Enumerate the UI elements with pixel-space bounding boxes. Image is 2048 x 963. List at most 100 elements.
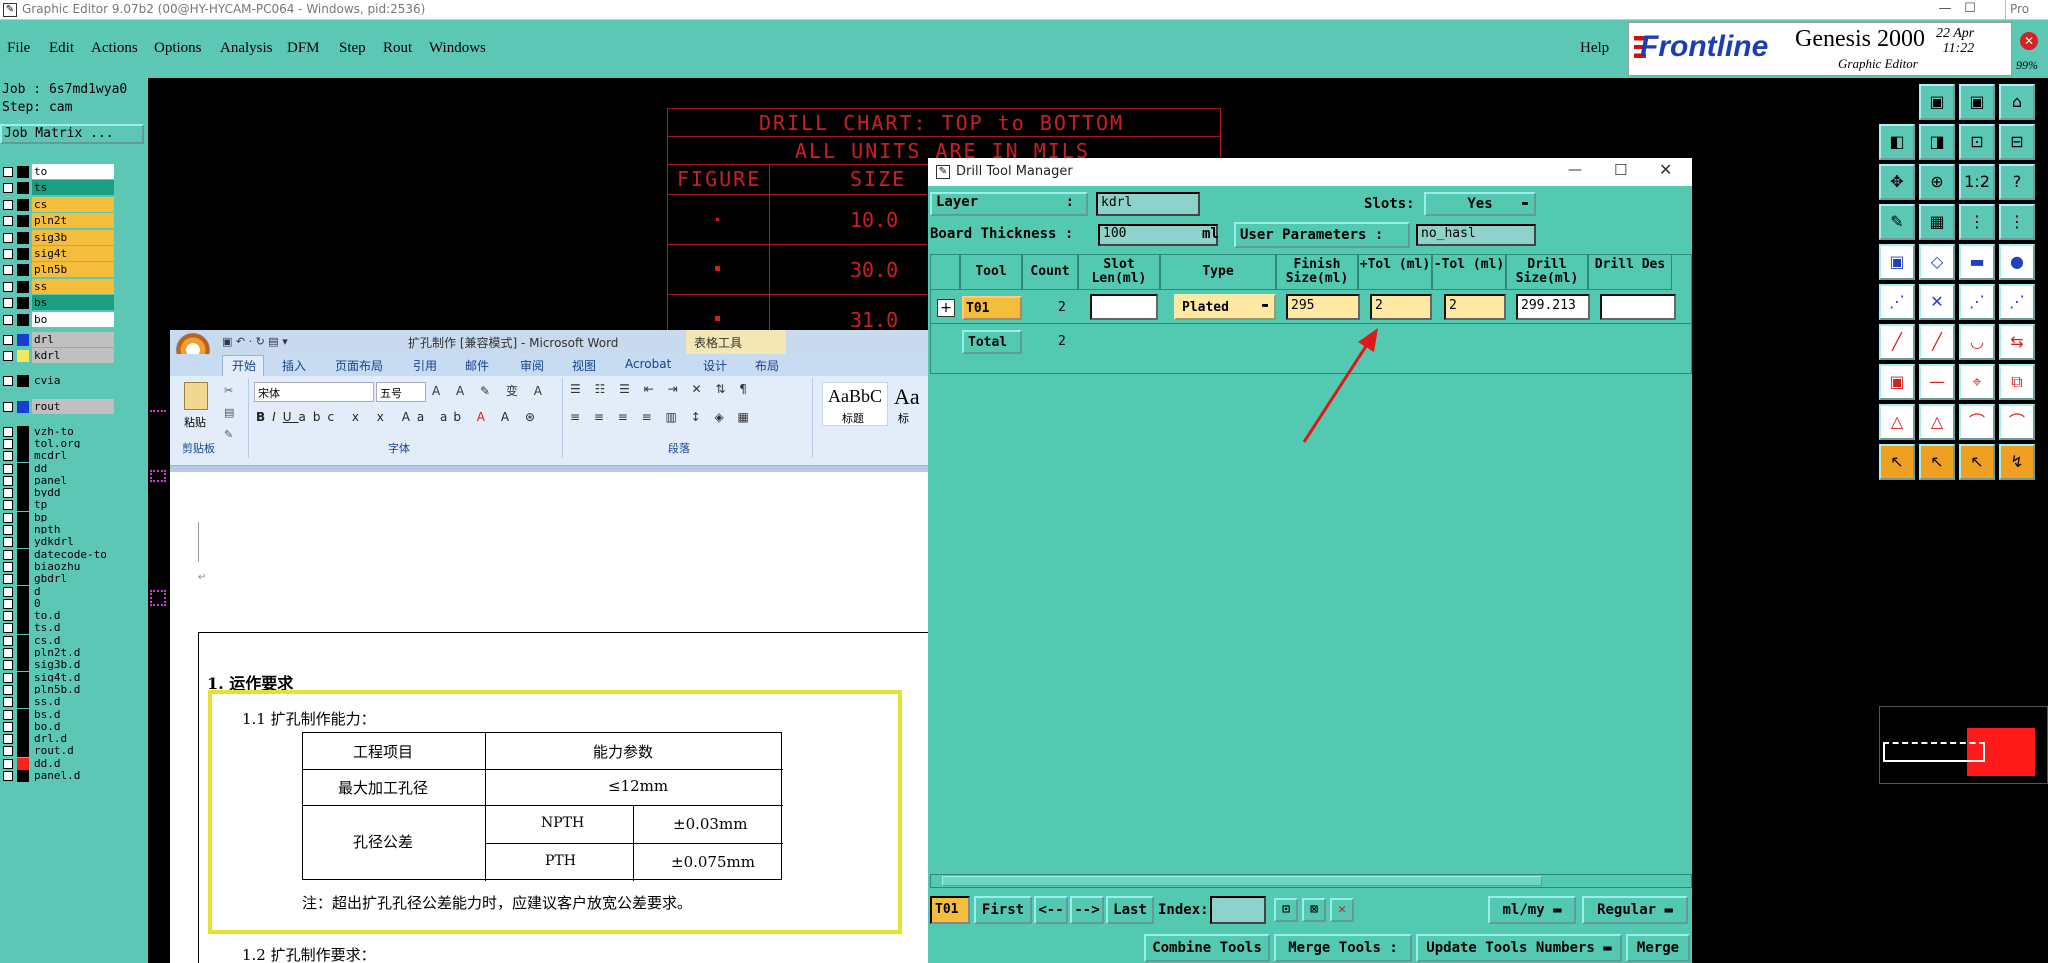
header-slot-len[interactable]: Slot Len(ml) xyxy=(1078,254,1160,290)
layer-checkbox[interactable] xyxy=(3,375,13,386)
node-icon[interactable]: ⋰ xyxy=(1959,284,1995,320)
menu-help[interactable]: Help xyxy=(1580,40,1609,57)
first-button[interactable]: First xyxy=(974,896,1032,924)
grid-icon[interactable]: ▦ xyxy=(1919,204,1955,240)
header-minus-tol[interactable]: -Tol (ml) xyxy=(1432,254,1506,290)
layer-row-sig4t[interactable]: sig4t xyxy=(0,246,116,262)
layer-color-swatch[interactable] xyxy=(17,248,29,260)
layer-checkbox[interactable] xyxy=(3,314,13,325)
layer-name[interactable]: ss xyxy=(32,278,114,294)
layer-field[interactable]: kdrl xyxy=(1096,192,1200,216)
connect-icon[interactable]: ⋰ xyxy=(1879,284,1915,320)
slash-icon[interactable]: ╱ xyxy=(1879,324,1915,360)
align-buttons[interactable]: ≡ ≡ ≡ ≡ ▥ ↕ ◈ ▦ xyxy=(570,410,754,424)
color-buttons[interactable]: ab A A ⊛ xyxy=(440,410,541,424)
layer-color-swatch[interactable] xyxy=(17,166,29,178)
slash2-icon[interactable]: ╱ xyxy=(1919,324,1955,360)
scrollbar-thumb[interactable] xyxy=(942,876,1542,886)
paste-label[interactable]: 粘贴 xyxy=(184,414,206,430)
layer-checkbox[interactable] xyxy=(3,167,13,177)
snap-icon[interactable]: ⋮ xyxy=(1959,204,1995,240)
layer-row-panel-d[interactable]: panel.d xyxy=(0,768,116,784)
menu-step[interactable]: Step xyxy=(339,40,366,57)
layer-name[interactable]: panel.d xyxy=(32,768,114,783)
zoom-fit-icon[interactable]: ⊡ xyxy=(1959,124,1995,160)
layer-checkbox[interactable] xyxy=(3,351,13,362)
pad-icon[interactable]: ▣ xyxy=(1879,244,1915,280)
pointer2-icon[interactable]: ↖ xyxy=(1919,444,1955,480)
scale-icon[interactable]: 1:2 xyxy=(1959,164,1995,200)
menu-analysis[interactable]: Analysis xyxy=(220,40,273,57)
maximize-icon[interactable]: ☐ xyxy=(1614,161,1627,179)
group-icon[interactable]: ⧉ xyxy=(1999,364,2035,400)
list-buttons[interactable]: ☰ ☷ ☰ ⇤ ⇥ ✕ ⇅ ¶ xyxy=(570,382,752,396)
plus-tol-input[interactable]: 2 xyxy=(1370,294,1432,320)
undo-icon[interactable]: ◧ xyxy=(1879,124,1915,160)
layer-name[interactable]: to xyxy=(32,164,114,179)
layer-color-swatch[interactable] xyxy=(17,401,29,414)
clear-icon[interactable]: ✕ xyxy=(1330,898,1354,922)
layer-name[interactable]: bs xyxy=(32,295,114,311)
header-tool[interactable]: Tool xyxy=(960,254,1022,290)
tab-insert[interactable]: 插入 xyxy=(282,357,306,374)
layer-row-pln2t[interactable]: pln2t xyxy=(0,213,116,229)
dot-icon[interactable]: ● xyxy=(1999,244,2035,280)
layer-name[interactable]: ts xyxy=(32,180,114,196)
close-icon[interactable]: ✕ xyxy=(1659,160,1672,179)
menu-edit[interactable]: Edit xyxy=(49,40,74,57)
merge-tools-button[interactable]: Merge Tools : xyxy=(1274,934,1412,962)
maximize-icon[interactable]: ☐ xyxy=(1950,0,1990,20)
measure-icon[interactable]: ⋮ xyxy=(1999,204,2035,240)
tab-view[interactable]: 视图 xyxy=(572,357,596,374)
layer-name[interactable]: cvia xyxy=(32,372,114,388)
layer-label[interactable]: Layer: xyxy=(930,192,1088,216)
minus-icon[interactable]: — xyxy=(1919,364,1955,400)
layer-icon[interactable]: ⊟ xyxy=(1999,124,2035,160)
drill-des-input[interactable] xyxy=(1600,294,1676,320)
layer-name[interactable]: pln2t xyxy=(32,213,114,229)
triangle-icon[interactable]: △ xyxy=(1879,404,1915,440)
slot-len-input[interactable] xyxy=(1090,294,1158,320)
last-button[interactable]: Last xyxy=(1106,896,1154,924)
clipboard-icons[interactable]: ✂ ▤ ✎ xyxy=(224,380,234,446)
header-type[interactable]: Type xyxy=(1160,254,1276,290)
layer-row-sig3b[interactable]: sig3b xyxy=(0,229,116,246)
layer-row-to[interactable]: to xyxy=(0,164,116,180)
units-select[interactable]: ml/my ▬ xyxy=(1488,896,1576,924)
finish-size-input[interactable]: 295 xyxy=(1286,294,1360,320)
slots-select[interactable]: Yes ▬ xyxy=(1424,192,1536,216)
tab-mailings[interactable]: 邮件 xyxy=(465,357,489,374)
menu-file[interactable]: File xyxy=(7,40,30,57)
layer-name[interactable]: cs xyxy=(32,196,114,212)
thickness-field[interactable]: 100 xyxy=(1098,224,1218,246)
layer-name[interactable]: pln5b xyxy=(32,262,114,278)
layer-name[interactable]: sig4t xyxy=(32,246,114,261)
layer-name[interactable]: drl xyxy=(32,332,114,347)
tab-home[interactable]: 开始 xyxy=(232,357,256,374)
layer-row-cs[interactable]: cs xyxy=(0,196,116,213)
export-icon[interactable]: ▣ xyxy=(1959,84,1995,120)
arch2-icon[interactable]: ⌒ xyxy=(1999,404,2035,440)
triangle2-icon[interactable]: △ xyxy=(1919,404,1955,440)
layer-row-bo[interactable]: bo xyxy=(0,311,116,328)
move-icon[interactable]: ✥ xyxy=(1879,164,1915,200)
layer-checkbox[interactable] xyxy=(3,232,13,243)
arc-icon[interactable]: ◡ xyxy=(1959,324,1995,360)
search-next-icon[interactable]: ⊠ xyxy=(1302,898,1326,922)
layer-row-rout[interactable]: rout xyxy=(0,399,116,415)
font-size-buttons[interactable]: A A ✎ 变 A xyxy=(432,382,548,399)
layer-checkbox[interactable] xyxy=(3,216,13,227)
layer-row-cvia[interactable]: cvia xyxy=(0,372,116,389)
job-matrix-button[interactable]: Job Matrix ... xyxy=(0,124,144,144)
layer-row-bs[interactable]: bs xyxy=(0,295,116,311)
layer-color-swatch[interactable] xyxy=(17,280,29,293)
layer-checkbox[interactable] xyxy=(3,249,13,259)
tab-table-layout[interactable]: 布局 xyxy=(755,357,779,374)
tab-review[interactable]: 审阅 xyxy=(520,357,544,374)
layer-color-swatch[interactable] xyxy=(17,264,29,277)
update-tools-numbers-button[interactable]: Update Tools Numbers ▬ xyxy=(1416,934,1622,962)
layer-color-swatch[interactable] xyxy=(17,313,29,326)
header-plus-tol[interactable]: +Tol (ml) xyxy=(1358,254,1432,290)
menu-rout[interactable]: Rout xyxy=(383,40,412,57)
help-icon[interactable]: ? xyxy=(1999,164,2035,200)
